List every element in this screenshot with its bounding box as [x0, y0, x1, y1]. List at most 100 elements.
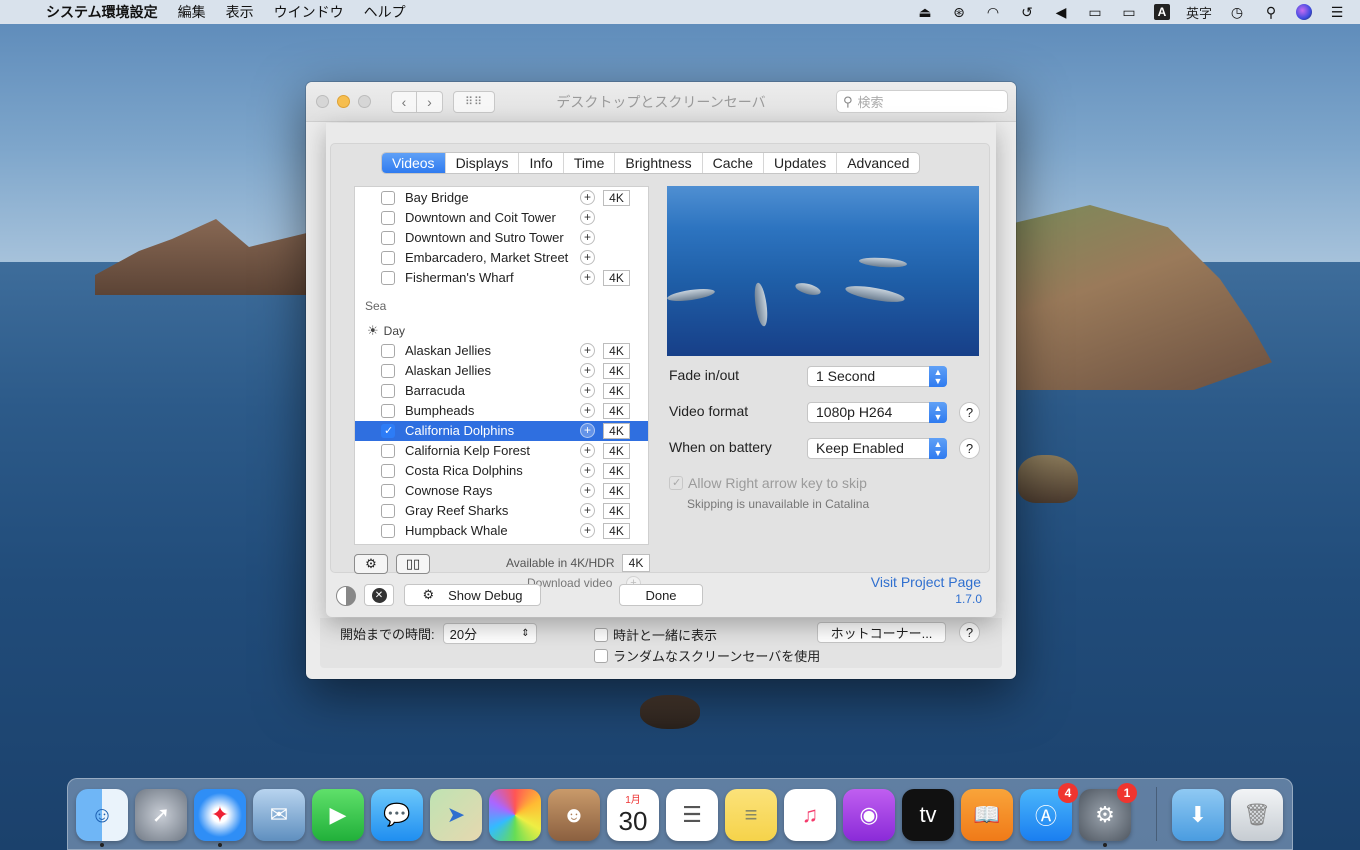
podcasts-icon[interactable]: ◉: [843, 789, 895, 841]
mail-icon[interactable]: ✉: [253, 789, 305, 841]
list-item[interactable]: Fisherman's Wharf + 4K: [355, 268, 648, 288]
input-source-label[interactable]: 英字: [1186, 3, 1212, 22]
video-checkbox[interactable]: [381, 191, 395, 205]
video-list[interactable]: Bay Bridge + 4K Downtown and Coit Tower …: [354, 186, 649, 545]
siri-icon[interactable]: [1296, 4, 1312, 20]
system-preferences-icon[interactable]: ⚙ 1: [1079, 783, 1137, 841]
video-checkbox[interactable]: [381, 384, 395, 398]
list-item-selected[interactable]: California Dolphins + 4K: [355, 421, 648, 441]
list-item[interactable]: Bay Bridge + 4K: [355, 188, 648, 208]
search-field[interactable]: ⚲ 検索: [836, 90, 1008, 113]
video-checkbox[interactable]: [381, 344, 395, 358]
downloads-folder-icon[interactable]: ⬇: [1172, 789, 1224, 841]
video-checkbox[interactable]: [381, 444, 395, 458]
list-item[interactable]: Downtown and Sutro Tower +: [355, 228, 648, 248]
maps-icon[interactable]: ➤: [430, 789, 482, 841]
time-machine-icon[interactable]: ↺: [1018, 4, 1036, 20]
format-help-button[interactable]: ?: [959, 402, 980, 423]
random-checkbox-row[interactable]: ランダムなスクリーンセーバを使用: [594, 646, 820, 665]
show-debug-button[interactable]: ⚙ Show Debug: [404, 584, 541, 606]
finder-icon[interactable]: ☺: [76, 789, 128, 841]
help-button[interactable]: ?: [959, 622, 980, 643]
facetime-icon[interactable]: ▶: [312, 789, 364, 841]
tab-brightness[interactable]: Brightness: [615, 153, 703, 173]
tab-time[interactable]: Time: [564, 153, 616, 173]
menu-window[interactable]: ウインドウ: [274, 2, 344, 22]
video-checkbox[interactable]: [381, 231, 395, 245]
gear-button[interactable]: ⚙: [354, 554, 388, 574]
appearance-toggle-icon[interactable]: [336, 586, 356, 606]
download-plus-button[interactable]: +: [580, 503, 595, 518]
random-checkbox[interactable]: [594, 648, 608, 663]
tab-videos[interactable]: Videos: [382, 153, 446, 173]
volume-icon[interactable]: ◀: [1052, 4, 1070, 20]
video-checkbox[interactable]: [381, 404, 395, 418]
trash-icon[interactable]: 🗑: [1231, 789, 1283, 841]
video-checkbox[interactable]: [381, 211, 395, 225]
menu-app-name[interactable]: システム環境設定: [46, 2, 158, 22]
input-source-icon[interactable]: A: [1153, 4, 1170, 20]
video-checkbox[interactable]: [381, 271, 395, 285]
forward-button[interactable]: ›: [417, 90, 443, 113]
done-button[interactable]: Done: [619, 584, 703, 606]
battery-icon[interactable]: ▭: [1086, 4, 1104, 20]
app-store-icon[interactable]: Ⓐ 4: [1020, 783, 1078, 841]
download-plus-button[interactable]: +: [580, 523, 595, 538]
download-plus-button[interactable]: +: [580, 250, 595, 265]
format-popup[interactable]: 1080p H264 ▲ ▼: [807, 402, 947, 423]
download-plus-button[interactable]: +: [580, 210, 595, 225]
tab-advanced[interactable]: Advanced: [837, 153, 919, 173]
list-item[interactable]: Gray Reef Sharks + 4K: [355, 501, 648, 521]
download-plus-button[interactable]: +: [580, 363, 595, 378]
list-item[interactable]: Cownose Rays + 4K: [355, 481, 648, 501]
menu-edit[interactable]: 編集: [178, 2, 206, 22]
tab-cache[interactable]: Cache: [703, 153, 765, 173]
video-checkbox[interactable]: [381, 504, 395, 518]
apple-tv-icon[interactable]: tv: [902, 789, 954, 841]
video-checkbox[interactable]: [381, 524, 395, 538]
airplay-icon[interactable]: ▭: [1120, 4, 1138, 20]
list-item[interactable]: Alaskan Jellies + 4K: [355, 341, 648, 361]
close-sheet-button[interactable]: ✕: [364, 584, 394, 606]
show-all-grid-button[interactable]: ⠿⠿: [453, 90, 495, 113]
menu-view[interactable]: 表示: [226, 2, 254, 22]
spotlight-search-icon[interactable]: ⚲: [1262, 4, 1280, 20]
download-plus-button[interactable]: +: [580, 423, 595, 438]
download-plus-button[interactable]: +: [580, 343, 595, 358]
list-item[interactable]: Alaskan Jellies + 4K: [355, 361, 648, 381]
calendar-icon[interactable]: 1月 30: [607, 789, 659, 841]
list-item[interactable]: Barracuda + 4K: [355, 381, 648, 401]
book-icon[interactable]: ▯▯: [396, 554, 430, 574]
contacts-icon[interactable]: ☻: [548, 789, 600, 841]
notification-center-icon[interactable]: ☰: [1328, 4, 1346, 20]
list-item[interactable]: California Kelp Forest + 4K: [355, 441, 648, 461]
clock-checkbox-row[interactable]: 時計と一緒に表示: [594, 625, 717, 644]
battery-help-button[interactable]: ?: [959, 438, 980, 459]
download-plus-button[interactable]: +: [580, 443, 595, 458]
video-checkbox[interactable]: [381, 364, 395, 378]
video-checkbox-checked[interactable]: [381, 424, 395, 438]
video-checkbox[interactable]: [381, 484, 395, 498]
launchpad-icon[interactable]: ➚: [135, 789, 187, 841]
download-plus-button[interactable]: +: [580, 383, 595, 398]
list-item[interactable]: Downtown and Coit Tower +: [355, 208, 648, 228]
video-checkbox[interactable]: [381, 251, 395, 265]
list-item[interactable]: Bumpheads + 4K: [355, 401, 648, 421]
download-plus-button[interactable]: +: [580, 403, 595, 418]
eject-icon[interactable]: ⏏: [916, 4, 934, 20]
clock-checkbox[interactable]: [594, 627, 608, 642]
messages-icon[interactable]: 💬: [371, 789, 423, 841]
tab-info[interactable]: Info: [519, 153, 564, 173]
video-checkbox[interactable]: [381, 464, 395, 478]
back-button[interactable]: ‹: [391, 90, 417, 113]
tab-displays[interactable]: Displays: [446, 153, 520, 173]
list-item[interactable]: Humpback Whale + 4K: [355, 521, 648, 541]
tab-updates[interactable]: Updates: [764, 153, 838, 173]
start-time-popup[interactable]: 20分 ⇕: [442, 623, 537, 644]
download-plus-button[interactable]: +: [580, 463, 595, 478]
notes-icon[interactable]: ≡: [725, 789, 777, 841]
list-item[interactable]: Costa Rica Dolphins + 4K: [355, 461, 648, 481]
zoom-button[interactable]: [358, 95, 371, 108]
download-plus-button[interactable]: +: [580, 190, 595, 205]
music-icon[interactable]: ♫: [784, 789, 836, 841]
